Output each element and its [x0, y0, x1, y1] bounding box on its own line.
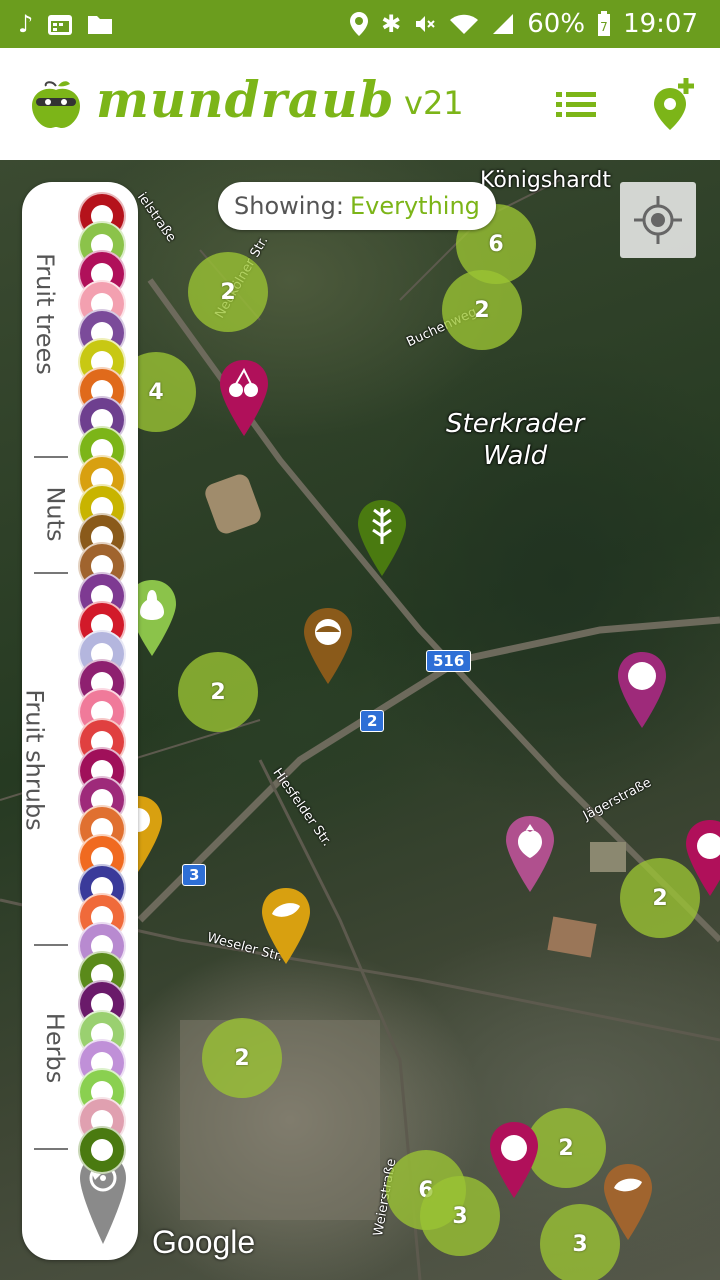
list-icon[interactable]: [556, 90, 596, 120]
section-divider: [34, 572, 68, 574]
svg-text:7: 7: [600, 20, 608, 34]
section-divider: [34, 944, 68, 946]
marker-cluster[interactable]: 2: [442, 270, 522, 350]
marker-cluster[interactable]: 2: [202, 1018, 282, 1098]
filter-label: Showing:: [234, 192, 344, 220]
filter-value: Everything: [349, 192, 480, 220]
section-label-fruit-trees: Fruit trees: [30, 253, 59, 375]
apple-pin-icon[interactable]: [684, 818, 720, 898]
battery-level: 60%: [527, 9, 586, 39]
location-icon: [350, 12, 369, 36]
section-label-fruit-shrubs: Fruit shrubs: [20, 689, 49, 831]
road-shield: 3: [182, 864, 207, 886]
add-location-icon[interactable]: [652, 78, 696, 132]
clock: 19:07: [623, 9, 698, 39]
google-attribution: Google: [152, 1224, 256, 1260]
filter-chip[interactable]: Showing: Everything: [218, 182, 496, 230]
calendar-icon: [48, 15, 73, 35]
section-label-herbs: Herbs: [41, 1012, 70, 1084]
herb-pin-icon[interactable]: [356, 498, 408, 578]
status-bar: ♪ ✱ 60% 7 19:07: [0, 0, 720, 48]
battery-icon: 7: [598, 11, 611, 36]
music-note-icon: ♪: [18, 10, 34, 38]
beet-pin-icon[interactable]: [504, 814, 556, 894]
folder-icon: [88, 16, 113, 34]
walnut-pin-icon[interactable]: [260, 886, 312, 966]
marker-cluster[interactable]: 2: [178, 652, 258, 732]
status-left: ♪: [18, 0, 113, 48]
app-bar: mundraub v21: [0, 48, 720, 160]
brand-name: mundraub: [96, 70, 395, 129]
place-label-koenigshardt: Königshardt: [480, 168, 611, 193]
section-label-nuts: Nuts: [41, 486, 70, 542]
mute-icon: [416, 16, 435, 32]
hazelnut-pin-icon[interactable]: [602, 1162, 654, 1242]
section-divider: [34, 1148, 68, 1150]
place-label-sterkrader-wald: Sterkrader Wald: [446, 409, 585, 471]
marker-cluster[interactable]: 2: [188, 252, 268, 332]
status-right: ✱ 60% 7 19:07: [349, 0, 698, 48]
wifi-icon: [450, 14, 479, 34]
road-shield: 516: [426, 650, 472, 672]
my-location-icon[interactable]: [620, 182, 696, 258]
chestnut-pin-icon[interactable]: [302, 606, 354, 686]
section-divider: [34, 456, 68, 458]
logo-apple-icon: [32, 81, 80, 128]
plum-pin-icon[interactable]: [616, 650, 668, 730]
category-filter-panel: Fruit trees Nuts Fruit shrubs Herbs: [20, 182, 138, 1260]
version-label: v21: [404, 84, 464, 122]
road-shield: 2: [360, 710, 385, 732]
bluetooth-icon: ✱: [381, 10, 402, 38]
plum-pin-icon[interactable]: [488, 1120, 540, 1200]
signal-icon: [493, 14, 514, 34]
cherry-pin-icon[interactable]: [218, 358, 270, 438]
herb-glyph-icon: [91, 1139, 113, 1162]
